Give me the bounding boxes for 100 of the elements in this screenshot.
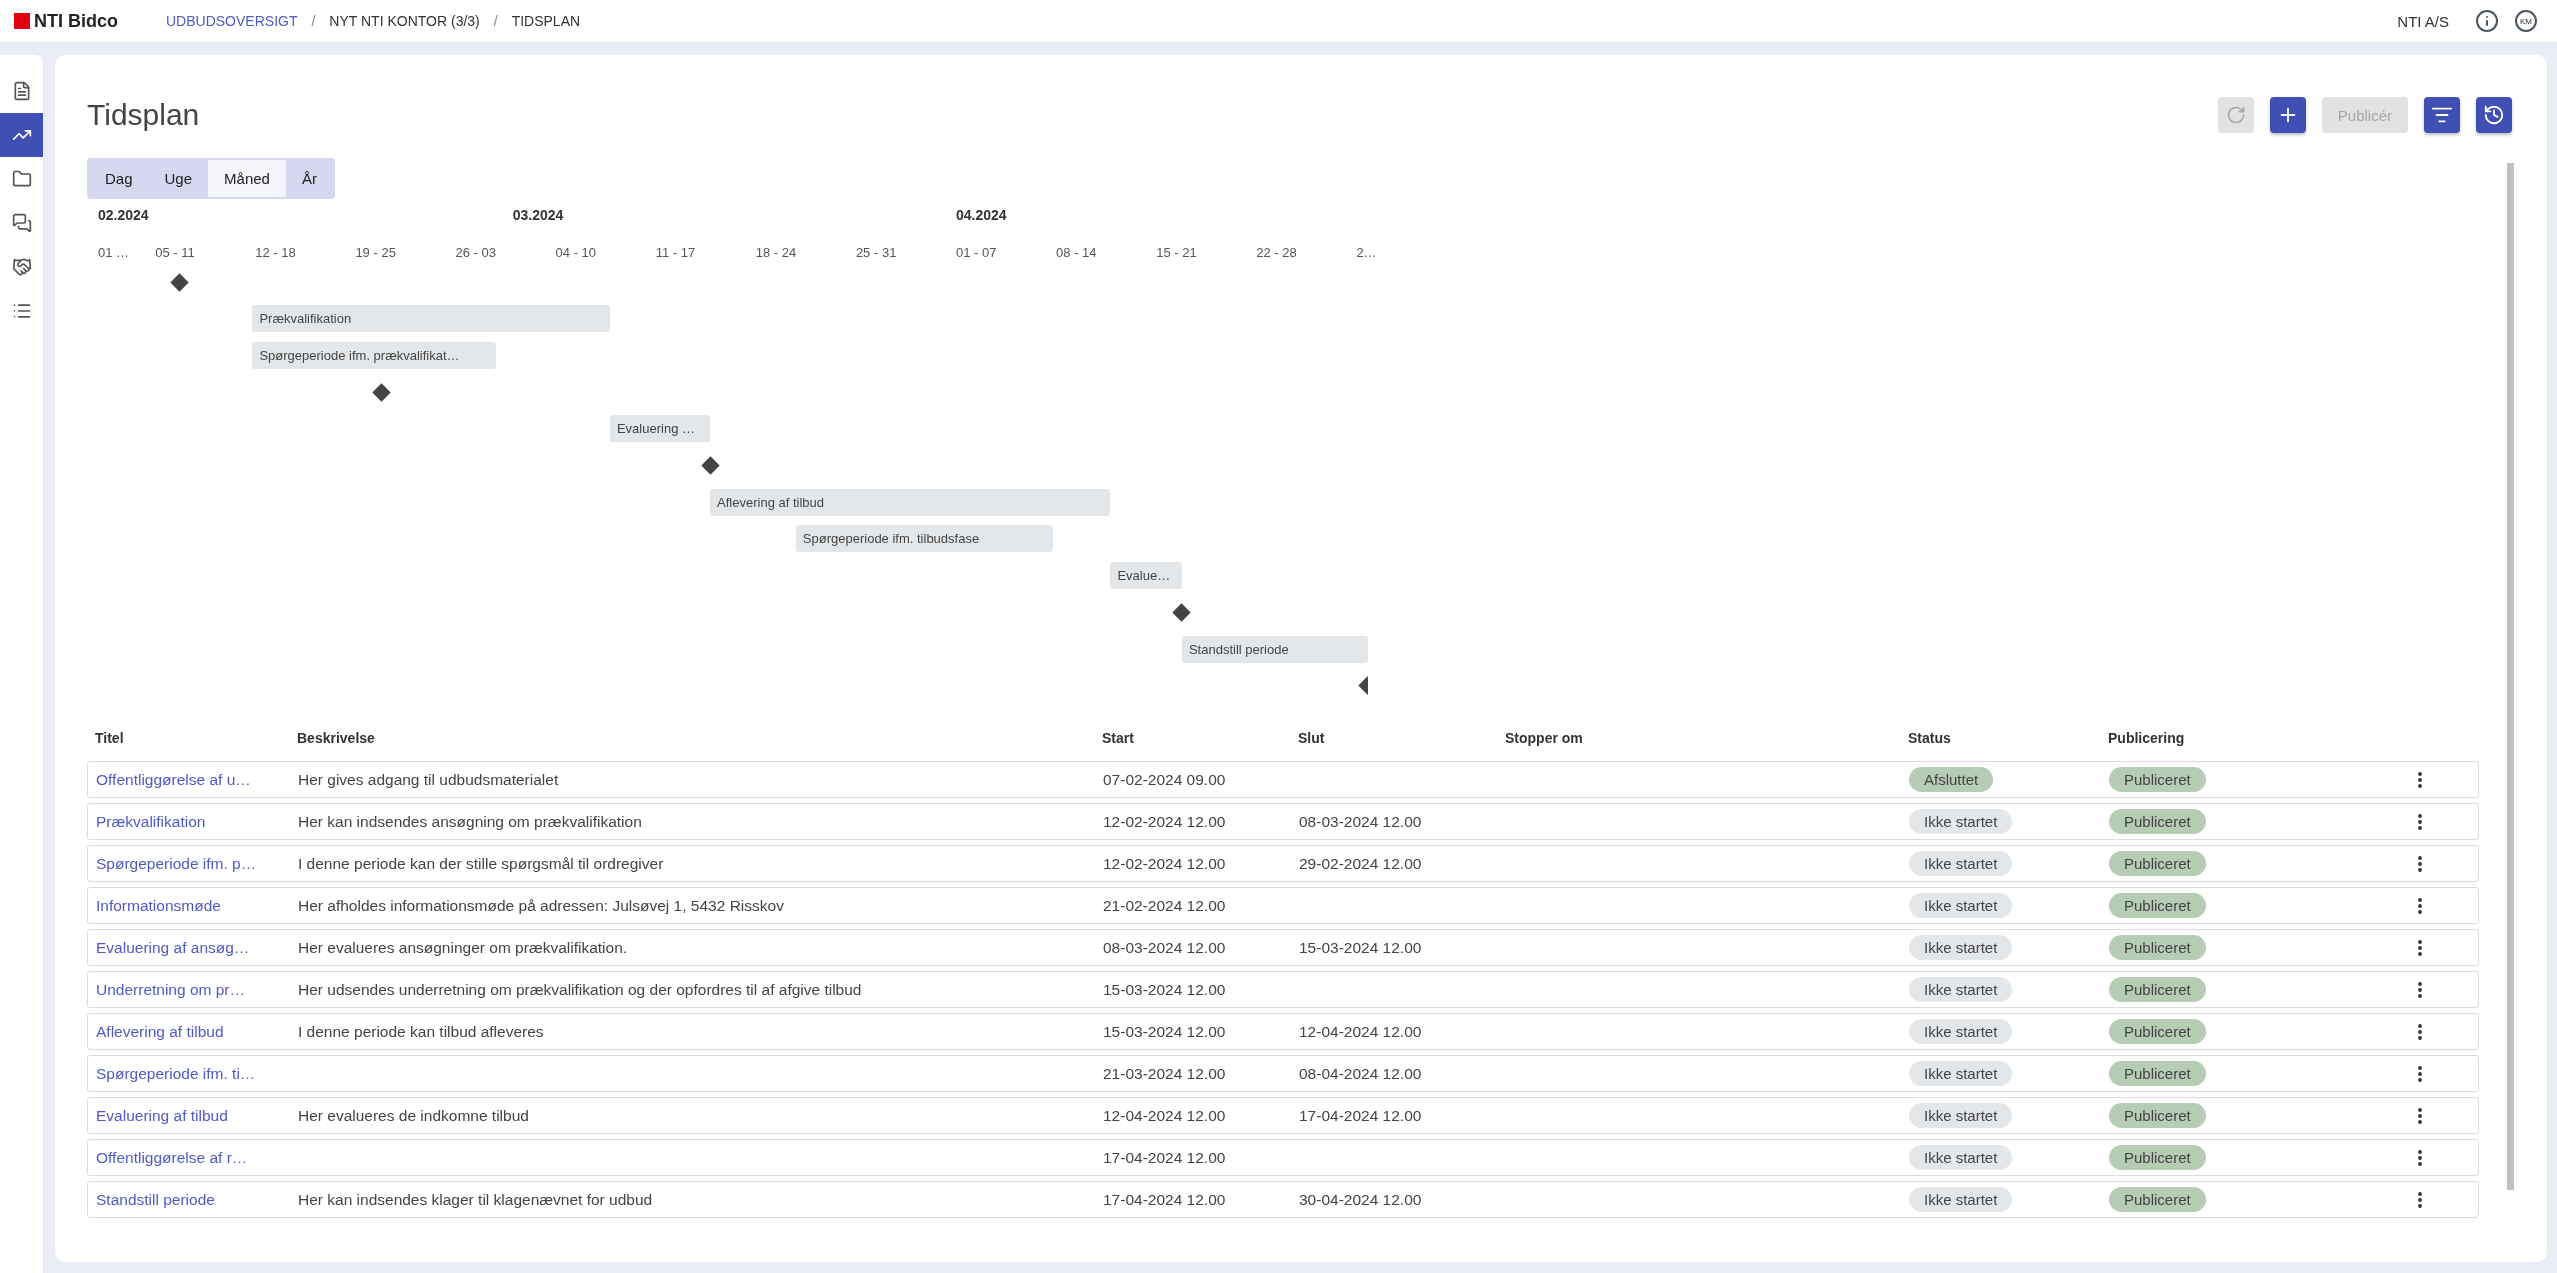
company-name: NTI A/S [2397, 12, 2449, 30]
start-cell-text: 17-04-2024 12.00 [1102, 1190, 1227, 1209]
publishing-badge: Publiceret [2109, 1061, 2206, 1086]
more-icon [2418, 939, 2422, 956]
title-link[interactable]: Offentliggørelse af u… [88, 770, 251, 789]
breadcrumb-item: TIDSPLAN [511, 13, 581, 29]
add-button[interactable] [2269, 97, 2306, 133]
more-menu-button[interactable] [2418, 813, 2422, 830]
gantt-bar[interactable]: Prækvalifikation [252, 305, 610, 333]
start-cell-text: 08-03-2024 12.00 [1102, 938, 1227, 957]
more-menu-button[interactable] [2418, 981, 2422, 998]
gantt-bar[interactable]: Evaluering … [609, 415, 711, 443]
end-cell-text: 29-02-2024 12.00 [1298, 854, 1423, 873]
end-cell-text: 12-04-2024 12.00 [1298, 1022, 1423, 1041]
filter-button[interactable] [2424, 97, 2460, 133]
more-icon [2418, 1149, 2422, 1166]
month-label: 03.2024 [512, 207, 564, 223]
start-cell-text: 17-04-2024 12.00 [1102, 1148, 1227, 1167]
more-menu-button[interactable] [2418, 1149, 2422, 1166]
more-menu-button[interactable] [2418, 1191, 2422, 1208]
status-badge: Ikke startet [1909, 1019, 2013, 1044]
end-cell-text: 15-03-2024 12.00 [1298, 938, 1423, 957]
view-tab[interactable]: Dag [89, 160, 149, 197]
more-menu-button[interactable] [2418, 939, 2422, 956]
end-cell-text: 30-04-2024 12.00 [1298, 1190, 1423, 1209]
more-menu-button[interactable] [2418, 1107, 2422, 1124]
week-label: 22 - 28 [1256, 245, 1297, 260]
title-link[interactable]: Evaluering af ansøg… [88, 938, 250, 957]
start-cell-text: 21-03-2024 12.00 [1102, 1064, 1227, 1083]
more-menu-button[interactable] [2418, 1023, 2422, 1040]
week-label: 15 - 21 [1156, 245, 1197, 260]
title-link[interactable]: Standstill periode [88, 1190, 215, 1209]
title-link[interactable]: Aflevering af tilbud [88, 1022, 224, 1041]
user-avatar[interactable]: KM [2515, 10, 2537, 32]
status-badge: Afsluttet [1909, 767, 1994, 792]
more-menu-button[interactable] [2418, 855, 2422, 872]
publishing-badge: Publiceret [2109, 809, 2206, 834]
breadcrumb-separator: / [311, 13, 316, 29]
description-cell-text: Her kan indsendes klager til klagenævnet for udbud [297, 1190, 654, 1209]
view-tab[interactable]: År [285, 160, 333, 197]
publishing-badge: Publiceret [2109, 1187, 2206, 1212]
scrollbar[interactable] [2507, 163, 2514, 1190]
week-label: 05 - 11 [155, 245, 195, 260]
column-header: Start [1101, 730, 1135, 746]
chat-icon [11, 213, 32, 233]
more-menu-button[interactable] [2418, 771, 2422, 788]
more-icon [2418, 855, 2422, 872]
folder-icon [11, 169, 32, 189]
breadcrumb-link[interactable]: UDBUDSOVERSIGT [166, 13, 298, 29]
handshake-icon [11, 257, 32, 277]
title-link[interactable]: Informationsmøde [88, 896, 221, 915]
status-badge: Ikke startet [1909, 1145, 2013, 1170]
more-icon [2418, 981, 2422, 998]
month-label: 04.2024 [956, 207, 1007, 223]
gantt-bar[interactable]: Spørgeperiode ifm. tilbudsfase [795, 525, 1054, 553]
info-icon[interactable] [2475, 9, 2499, 33]
view-tab[interactable]: Uge [148, 160, 209, 197]
status-badge: Ikke startet [1909, 935, 2013, 960]
title-link[interactable]: Spørgeperiode ifm. ti… [88, 1064, 256, 1083]
publishing-badge: Publiceret [2109, 1019, 2206, 1044]
title-link[interactable]: Offentliggørelse af r… [88, 1148, 248, 1167]
week-label: 2… [1356, 245, 1377, 260]
title-link[interactable]: Prækvalifikation [88, 812, 206, 831]
description-cell-text: I denne periode kan tilbud afleveres [297, 1022, 545, 1041]
end-cell-text: 08-03-2024 12.00 [1298, 812, 1423, 831]
start-cell-text: 12-04-2024 12.00 [1102, 1106, 1227, 1125]
week-label: 12 - 18 [255, 245, 296, 260]
gantt-bar[interactable]: Standstill periode [1181, 635, 1368, 663]
status-badge: Ikke startet [1909, 977, 2013, 1002]
more-menu-button[interactable] [2418, 1065, 2422, 1082]
view-tab[interactable]: Måned [208, 160, 286, 197]
more-menu-button[interactable] [2418, 897, 2422, 914]
publishing-badge: Publiceret [2109, 767, 2206, 792]
end-cell-text: 17-04-2024 12.00 [1298, 1106, 1423, 1125]
publishing-badge: Publiceret [2109, 851, 2206, 876]
gantt-bar[interactable]: Aflevering af tilbud [710, 488, 1111, 516]
publishing-badge: Publiceret [2109, 893, 2206, 918]
week-label: 25 - 31 [855, 245, 897, 260]
status-badge: Ikke startet [1909, 1103, 2013, 1128]
title-link[interactable]: Underretning om pr… [88, 980, 246, 999]
week-label: 18 - 24 [755, 245, 797, 260]
column-header: Status [1907, 730, 1952, 746]
week-label: 01 - 07 [956, 245, 997, 260]
week-label: 04 - 10 [555, 245, 597, 260]
column-header: Beskrivelse [296, 730, 376, 746]
gantt-bar[interactable]: Evalue… [1110, 562, 1182, 590]
publishing-badge: Publiceret [2109, 977, 2206, 1002]
history-button[interactable] [2476, 97, 2512, 133]
status-badge: Ikke startet [1909, 851, 2013, 876]
week-label: 19 - 25 [355, 245, 396, 260]
title-link[interactable]: Spørgeperiode ifm. p… [88, 854, 257, 873]
gantt-bar[interactable]: Spørgeperiode ifm. prækvalifikat… [252, 341, 496, 369]
week-label: 08 - 14 [1056, 245, 1097, 260]
list-icon [11, 301, 32, 321]
start-cell-text: 15-03-2024 12.00 [1102, 980, 1227, 999]
title-link[interactable]: Evaluering af tilbud [88, 1106, 228, 1125]
month-label: 02.2024 [98, 207, 149, 223]
sidebar-item[interactable] [0, 113, 43, 157]
more-icon [2418, 1065, 2422, 1082]
history-icon [2483, 104, 2505, 126]
